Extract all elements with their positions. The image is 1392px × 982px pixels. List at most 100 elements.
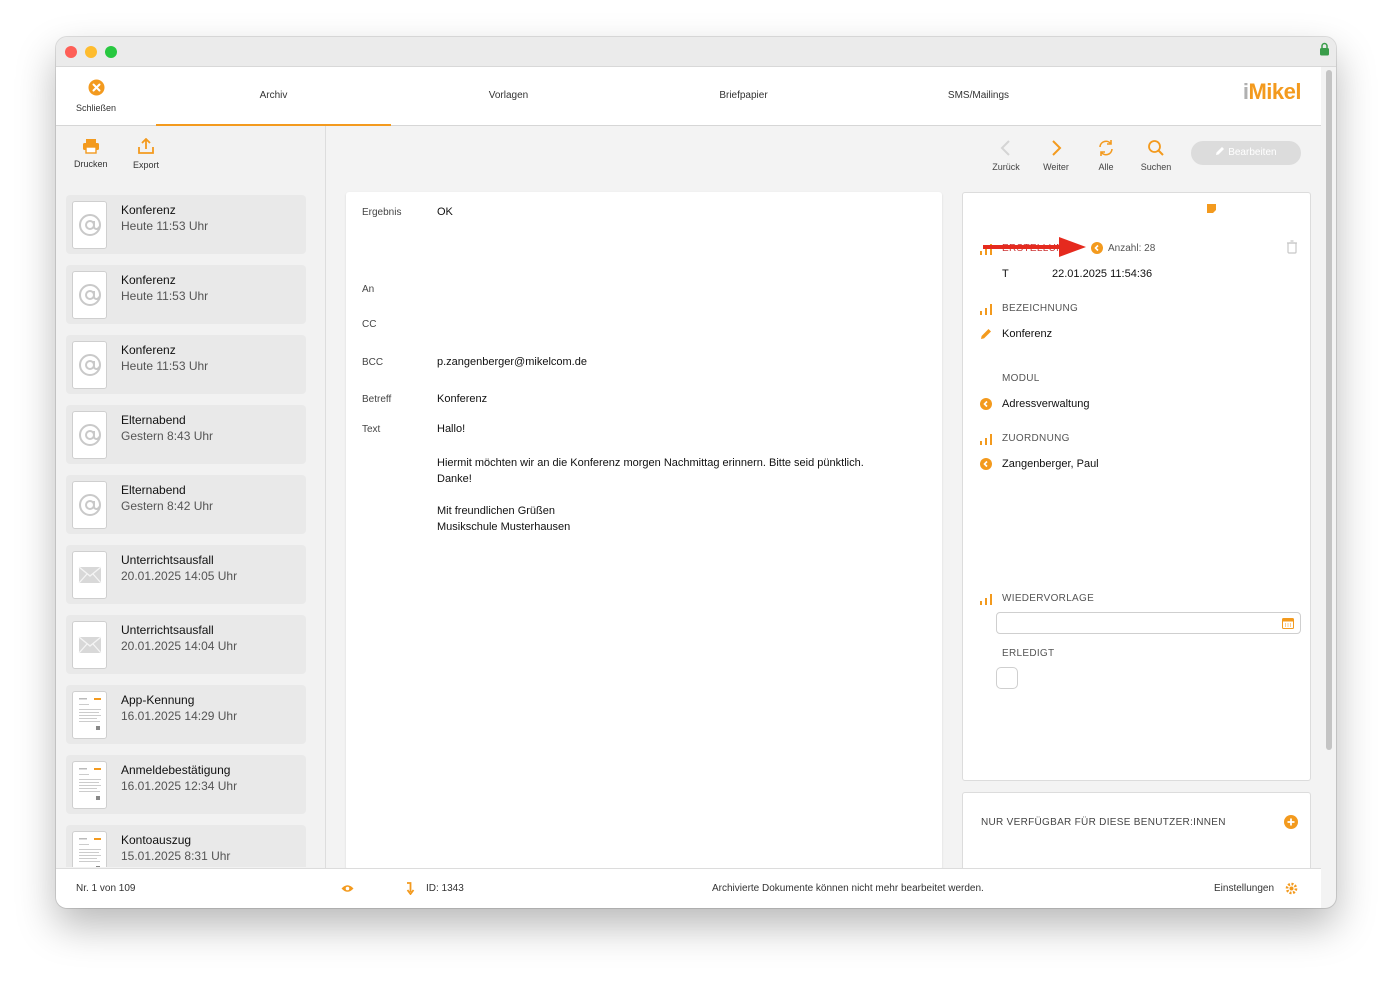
edit-button[interactable]: Bearbeiten <box>1191 141 1301 165</box>
list-item-thumbnail <box>72 621 107 669</box>
arrow-circle-icon[interactable] <box>980 398 992 410</box>
list-item[interactable]: Konferenz Heute 11:53 Uhr <box>66 335 306 394</box>
list-item-date: Heute 11:53 Uhr <box>121 219 209 233</box>
back-button[interactable]: Zurück <box>984 139 1028 172</box>
list-item[interactable]: Unterrichtsausfall 20.01.2025 14:04 Uhr <box>66 615 306 674</box>
at-icon <box>78 354 101 376</box>
bcc-label: BCC <box>362 357 384 368</box>
list-item-date: Heute 11:53 Uhr <box>121 359 209 373</box>
at-icon <box>78 214 101 236</box>
annotation-arrow <box>983 237 1086 257</box>
window-scrollbar[interactable] <box>1325 68 1333 868</box>
subject-label: Betreff <box>362 394 392 405</box>
forward-button[interactable]: Weiter <box>1034 139 1078 172</box>
at-icon <box>78 284 101 306</box>
trash-icon[interactable] <box>1286 240 1298 254</box>
scrollbar-knob[interactable] <box>1326 70 1332 750</box>
list-item-date: Heute 11:53 Uhr <box>121 289 209 303</box>
note-icon[interactable] <box>1206 203 1217 214</box>
mail-body: Hiermit möchten wir an die Konferenz mor… <box>437 455 937 551</box>
list-item-thumbnail <box>72 551 107 599</box>
chevron-right-icon <box>1052 140 1062 156</box>
arrow-circle-icon[interactable] <box>980 458 992 470</box>
list-item[interactable]: Elternabend Gestern 8:42 Uhr <box>66 475 306 534</box>
list-item[interactable]: Unterrichtsausfall 20.01.2025 14:05 Uhr <box>66 545 306 604</box>
tab-vorlagen[interactable]: Vorlagen <box>391 67 626 126</box>
list-item-thumbnail <box>72 761 107 809</box>
list-item-thumbnail <box>72 831 107 867</box>
app-window: Schließen Archiv Vorlagen Briefpapier SM… <box>56 37 1336 908</box>
lock-icon <box>1320 42 1329 56</box>
bcc-value: p.zangenberger@mikelcom.de <box>437 356 587 368</box>
list-item-date: 15.01.2025 8:31 Uhr <box>121 849 231 863</box>
gear-icon[interactable] <box>1285 882 1298 895</box>
archive-list: Konferenz Heute 11:53 Uhr Konferenz Heute 1… <box>66 195 306 867</box>
all-button[interactable]: Alle <box>1084 139 1128 172</box>
zoom-window-button[interactable] <box>105 46 117 58</box>
export-button[interactable]: Export <box>133 137 159 170</box>
add-user-icon[interactable] <box>1284 815 1298 829</box>
list-item[interactable]: App-Kennung 16.01.2025 14:29 Uhr <box>66 685 306 744</box>
chevron-left-icon <box>1000 140 1010 156</box>
close-window-button[interactable] <box>65 46 77 58</box>
list-item[interactable]: Konferenz Heute 11:53 Uhr <box>66 265 306 324</box>
mail-greeting: Hallo! <box>437 423 466 435</box>
bar-chart-icon <box>980 304 992 315</box>
list-item-title: Anmeldebestätigung <box>121 763 231 777</box>
done-checkbox[interactable] <box>996 667 1018 689</box>
count-label: Anzahl: 28 <box>1108 243 1156 254</box>
followup-date-field[interactable] <box>996 612 1301 634</box>
title-bar <box>56 37 1336 67</box>
envelope-icon <box>78 636 101 654</box>
list-item-date: 20.01.2025 14:05 Uhr <box>121 569 238 583</box>
user-access-card: NUR VERFÜGBAR FÜR DIESE BENUTZER:INNEN <box>962 792 1311 872</box>
top-tab-bar: Schließen Archiv Vorlagen Briefpapier SM… <box>56 67 1321 126</box>
imikel-logo: iMikel <box>1242 79 1302 104</box>
done-label: ERLEDIGT <box>1002 648 1055 659</box>
list-item-title: Kontoauszug <box>121 833 192 847</box>
list-item-title: Elternabend <box>121 413 186 427</box>
back-label: Zurück <box>992 162 1020 172</box>
list-item[interactable]: Konferenz Heute 11:53 Uhr <box>66 195 306 254</box>
settings-button[interactable]: Einstellungen <box>1214 883 1274 894</box>
list-item-date: 20.01.2025 14:04 Uhr <box>121 639 238 653</box>
creation-value: 22.01.2025 11:54:36 <box>1052 268 1153 280</box>
list-item[interactable]: Anmeldebestätigung 16.01.2025 12:34 Uhr <box>66 755 306 814</box>
result-value: OK <box>437 206 453 218</box>
tab-briefpapier[interactable]: Briefpapier <box>626 67 861 126</box>
arrow-circle-icon[interactable] <box>1091 242 1103 254</box>
tab-sms-mailings[interactable]: SMS/Mailings <box>861 67 1096 126</box>
archive-list-pane: Drucken Export Konferenz Heute 11:53 Uhr K… <box>56 126 326 868</box>
list-item-thumbnail <box>72 341 107 389</box>
refresh-icon <box>1099 140 1113 156</box>
search-button[interactable]: Suchen <box>1134 139 1178 172</box>
status-bar: Nr. 1 von 109 ID: 1343 Archivierte Dokum… <box>56 868 1321 908</box>
list-item-thumbnail <box>72 481 107 529</box>
type-value: T <box>1002 268 1009 280</box>
record-id: ID: 1343 <box>426 883 464 894</box>
mail-detail-card: Ergebnis OK An CC BCC p.zangenberger@mik… <box>346 192 942 870</box>
at-icon <box>78 424 101 446</box>
module-label: MODUL <box>1002 373 1040 384</box>
calendar-icon[interactable] <box>1282 617 1294 629</box>
list-item-thumbnail <box>72 411 107 459</box>
pencil-icon[interactable] <box>980 328 992 340</box>
document-thumbnail-icon <box>78 698 101 730</box>
list-item-title: Konferenz <box>121 273 176 287</box>
eye-icon[interactable] <box>341 884 354 893</box>
designation-label: BEZEICHNUNG <box>1002 303 1079 314</box>
list-item-date: 16.01.2025 14:29 Uhr <box>121 709 238 723</box>
jump-arrow-icon[interactable] <box>406 882 415 895</box>
document-thumbnail-icon <box>78 838 101 867</box>
mail-closing1: Mit freundlichen Grüßen <box>437 505 555 517</box>
list-item[interactable]: Elternabend Gestern 8:43 Uhr <box>66 405 306 464</box>
tab-archiv[interactable]: Archiv <box>156 67 391 126</box>
print-button[interactable]: Drucken <box>74 138 108 169</box>
list-item-thumbnail <box>72 691 107 739</box>
close-button-label: Schließen <box>75 103 117 113</box>
assignment-label: ZUORDNUNG <box>1002 433 1070 444</box>
list-item[interactable]: Kontoauszug 15.01.2025 8:31 Uhr <box>66 825 306 867</box>
minimize-window-button[interactable] <box>85 46 97 58</box>
bar-chart-icon <box>980 594 992 605</box>
close-button[interactable]: Schließen <box>66 79 126 113</box>
